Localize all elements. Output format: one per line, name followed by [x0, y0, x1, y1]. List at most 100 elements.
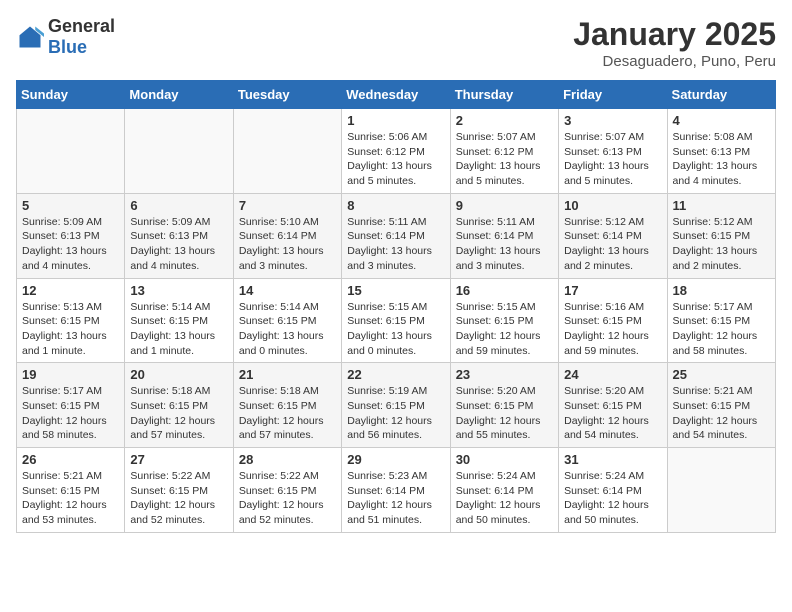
day-number: 3: [564, 113, 661, 128]
calendar-cell: 22 Sunrise: 5:19 AMSunset: 6:15 PMDayligh…: [342, 363, 450, 448]
day-info: Sunrise: 5:08 AMSunset: 6:13 PMDaylight:…: [673, 130, 770, 189]
day-info: Sunrise: 5:23 AMSunset: 6:14 PMDaylight:…: [347, 469, 444, 528]
day-number: 12: [22, 283, 119, 298]
day-info: Sunrise: 5:24 AMSunset: 6:14 PMDaylight:…: [456, 469, 553, 528]
calendar-cell: 24 Sunrise: 5:20 AMSunset: 6:15 PMDayligh…: [559, 363, 667, 448]
weekday-header-wednesday: Wednesday: [342, 81, 450, 109]
calendar-cell: 5Sunrise: 5:09 AMSunset: 6:13 PMDaylight…: [17, 193, 125, 278]
day-info: Sunrise: 5:12 AMSunset: 6:14 PMDaylight:…: [564, 215, 661, 274]
day-info: Sunrise: 5:21 AMSunset: 6:15 PMDaylight:…: [22, 469, 119, 528]
day-info: Sunrise: 5:07 AMSunset: 6:12 PMDaylight:…: [456, 130, 553, 189]
calendar-table: SundayMondayTuesdayWednesdayThursdayFrid…: [16, 80, 776, 533]
calendar-week-4: 19 Sunrise: 5:17 AMSunset: 6:15 PMDayligh…: [17, 363, 776, 448]
day-info: Sunrise: 5:20 AMSunset: 6:15 PMDaylight:…: [456, 384, 553, 443]
day-number: 19: [22, 367, 119, 382]
calendar-cell: 12 Sunrise: 5:13 AMSunset: 6:15 PMDayligh…: [17, 278, 125, 363]
calendar-cell: 6 Sunrise: 5:09 AMSunset: 6:13 PMDaylight…: [125, 193, 233, 278]
calendar-subtitle: Desaguadero, Puno, Peru: [573, 53, 776, 70]
weekday-header-friday: Friday: [559, 81, 667, 109]
day-number: 8: [347, 198, 444, 213]
logo-icon: [16, 23, 44, 51]
day-number: 23: [456, 367, 553, 382]
day-info: Sunrise: 5:19 AMSunset: 6:15 PMDaylight:…: [347, 384, 444, 443]
day-number: 1: [347, 113, 444, 128]
day-number: 24: [564, 367, 661, 382]
calendar-cell: 25Sunrise: 5:21 AMSunset: 6:15 PMDayligh…: [667, 363, 775, 448]
day-number: 11: [673, 198, 770, 213]
calendar-cell: 21Sunrise: 5:18 AMSunset: 6:15 PMDayligh…: [233, 363, 341, 448]
logo-text-blue: Blue: [48, 37, 87, 57]
calendar-cell: 16 Sunrise: 5:15 AMSunset: 6:15 PMDayligh…: [450, 278, 558, 363]
day-number: 21: [239, 367, 336, 382]
calendar-cell: 13 Sunrise: 5:14 AMSunset: 6:15 PMDayligh…: [125, 278, 233, 363]
day-info: Sunrise: 5:20 AMSunset: 6:15 PMDaylight:…: [564, 384, 661, 443]
calendar-week-1: 1 Sunrise: 5:06 AMSunset: 6:12 PMDaylight…: [17, 109, 776, 194]
page-header: General Blue January 2025 Desaguadero, P…: [16, 16, 776, 70]
day-info: Sunrise: 5:17 AMSunset: 6:15 PMDaylight:…: [22, 384, 119, 443]
logo: General Blue: [16, 16, 115, 58]
day-number: 15: [347, 283, 444, 298]
day-number: 7: [239, 198, 336, 213]
day-number: 13: [130, 283, 227, 298]
calendar-cell: 29 Sunrise: 5:23 AMSunset: 6:14 PMDayligh…: [342, 448, 450, 533]
day-number: 31: [564, 452, 661, 467]
day-info: Sunrise: 5:13 AMSunset: 6:15 PMDaylight:…: [22, 300, 119, 359]
weekday-header-monday: Monday: [125, 81, 233, 109]
calendar-cell: 18Sunrise: 5:17 AMSunset: 6:15 PMDayligh…: [667, 278, 775, 363]
day-number: 10: [564, 198, 661, 213]
calendar-title: January 2025: [573, 16, 776, 53]
calendar-cell: 8 Sunrise: 5:11 AMSunset: 6:14 PMDaylight…: [342, 193, 450, 278]
weekday-header-sunday: Sunday: [17, 81, 125, 109]
calendar-week-2: 5Sunrise: 5:09 AMSunset: 6:13 PMDaylight…: [17, 193, 776, 278]
weekday-header-saturday: Saturday: [667, 81, 775, 109]
day-info: Sunrise: 5:12 AMSunset: 6:15 PMDaylight:…: [673, 215, 770, 274]
weekday-header-tuesday: Tuesday: [233, 81, 341, 109]
calendar-cell: 11 Sunrise: 5:12 AMSunset: 6:15 PMDayligh…: [667, 193, 775, 278]
day-number: 30: [456, 452, 553, 467]
day-info: Sunrise: 5:16 AMSunset: 6:15 PMDaylight:…: [564, 300, 661, 359]
calendar-cell: 9Sunrise: 5:11 AMSunset: 6:14 PMDaylight…: [450, 193, 558, 278]
day-info: Sunrise: 5:22 AMSunset: 6:15 PMDaylight:…: [239, 469, 336, 528]
day-info: Sunrise: 5:17 AMSunset: 6:15 PMDaylight:…: [673, 300, 770, 359]
calendar-header: SundayMondayTuesdayWednesdayThursdayFrid…: [17, 81, 776, 109]
day-info: Sunrise: 5:06 AMSunset: 6:12 PMDaylight:…: [347, 130, 444, 189]
calendar-cell: 2Sunrise: 5:07 AMSunset: 6:12 PMDaylight…: [450, 109, 558, 194]
day-info: Sunrise: 5:18 AMSunset: 6:15 PMDaylight:…: [130, 384, 227, 443]
calendar-cell: [667, 448, 775, 533]
calendar-week-3: 12 Sunrise: 5:13 AMSunset: 6:15 PMDayligh…: [17, 278, 776, 363]
day-number: 14: [239, 283, 336, 298]
day-info: Sunrise: 5:15 AMSunset: 6:15 PMDaylight:…: [347, 300, 444, 359]
day-info: Sunrise: 5:14 AMSunset: 6:15 PMDaylight:…: [239, 300, 336, 359]
day-info: Sunrise: 5:14 AMSunset: 6:15 PMDaylight:…: [130, 300, 227, 359]
calendar-cell: 14 Sunrise: 5:14 AMSunset: 6:15 PMDayligh…: [233, 278, 341, 363]
calendar-cell: 30 Sunrise: 5:24 AMSunset: 6:14 PMDayligh…: [450, 448, 558, 533]
day-number: 29: [347, 452, 444, 467]
day-number: 22: [347, 367, 444, 382]
day-info: Sunrise: 5:15 AMSunset: 6:15 PMDaylight:…: [456, 300, 553, 359]
calendar-cell: [125, 109, 233, 194]
day-number: 28: [239, 452, 336, 467]
calendar-cell: 1 Sunrise: 5:06 AMSunset: 6:12 PMDaylight…: [342, 109, 450, 194]
day-info: Sunrise: 5:09 AMSunset: 6:13 PMDaylight:…: [22, 215, 119, 274]
day-number: 6: [130, 198, 227, 213]
calendar-cell: 26Sunrise: 5:21 AMSunset: 6:15 PMDayligh…: [17, 448, 125, 533]
day-info: Sunrise: 5:11 AMSunset: 6:14 PMDaylight:…: [347, 215, 444, 274]
day-info: Sunrise: 5:09 AMSunset: 6:13 PMDaylight:…: [130, 215, 227, 274]
title-block: January 2025 Desaguadero, Puno, Peru: [573, 16, 776, 70]
calendar-cell: [17, 109, 125, 194]
day-number: 27: [130, 452, 227, 467]
day-number: 20: [130, 367, 227, 382]
calendar-week-5: 26Sunrise: 5:21 AMSunset: 6:15 PMDayligh…: [17, 448, 776, 533]
day-info: Sunrise: 5:07 AMSunset: 6:13 PMDaylight:…: [564, 130, 661, 189]
calendar-cell: 28 Sunrise: 5:22 AMSunset: 6:15 PMDayligh…: [233, 448, 341, 533]
day-info: Sunrise: 5:24 AMSunset: 6:14 PMDaylight:…: [564, 469, 661, 528]
calendar-cell: 23 Sunrise: 5:20 AMSunset: 6:15 PMDayligh…: [450, 363, 558, 448]
calendar-cell: 19 Sunrise: 5:17 AMSunset: 6:15 PMDayligh…: [17, 363, 125, 448]
day-info: Sunrise: 5:10 AMSunset: 6:14 PMDaylight:…: [239, 215, 336, 274]
day-number: 16: [456, 283, 553, 298]
calendar-cell: 20 Sunrise: 5:18 AMSunset: 6:15 PMDayligh…: [125, 363, 233, 448]
calendar-cell: 31 Sunrise: 5:24 AMSunset: 6:14 PMDayligh…: [559, 448, 667, 533]
day-info: Sunrise: 5:21 AMSunset: 6:15 PMDaylight:…: [673, 384, 770, 443]
calendar-cell: 27Sunrise: 5:22 AMSunset: 6:15 PMDayligh…: [125, 448, 233, 533]
calendar-cell: 10 Sunrise: 5:12 AMSunset: 6:14 PMDayligh…: [559, 193, 667, 278]
